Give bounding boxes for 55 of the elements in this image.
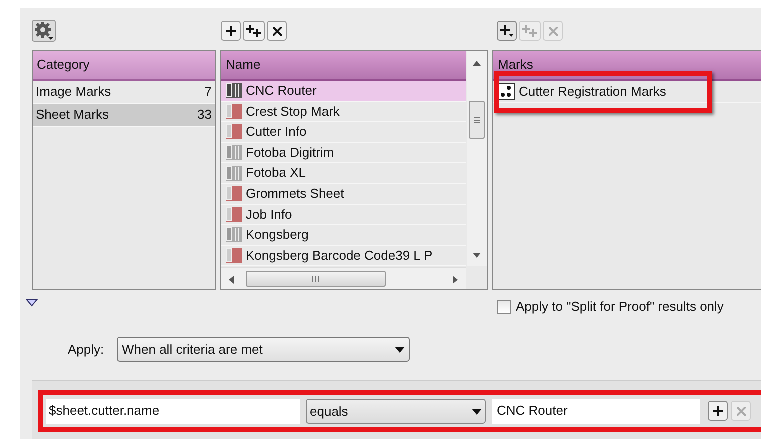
caret-icon [395,346,405,352]
horizontal-scrollbar[interactable] [221,267,466,289]
mark-icon [226,145,242,160]
delete-button[interactable] [267,21,287,41]
scroll-thumb[interactable] [246,271,386,287]
name-item[interactable]: Cutter Info [221,122,466,143]
field-input[interactable]: $sheet.cutter.name [46,398,300,424]
name-item[interactable]: Kongsberg Barcode Code39 L P [221,246,466,266]
close-icon [548,26,558,36]
value-input[interactable]: CNC Router [492,398,700,424]
vertical-scrollbar[interactable] [467,51,487,266]
add-criterion-button[interactable] [708,401,728,421]
collapse-triangle-icon[interactable] [26,299,38,307]
mark-icon [226,186,242,202]
add-button[interactable] [221,21,241,41]
marks-item[interactable]: Cutter Registration Marks [493,81,761,103]
name-item[interactable]: Crest Stop Mark [221,102,466,122]
name-item[interactable]: Kongsberg [221,225,466,246]
plus-icon [226,26,236,36]
mark-icon [226,124,242,140]
checkbox-label: Apply to "Split for Proof" results only [516,298,724,316]
mark-icon [226,104,242,119]
registration-dots-icon [498,83,515,100]
name-item[interactable]: Fotoba XL [221,163,466,184]
close-icon [272,26,282,36]
up-arrow-icon[interactable] [473,61,481,66]
scroll-thumb[interactable] [469,101,485,139]
name-item[interactable]: Job Info [221,204,466,226]
apply-dropdown[interactable]: When all criteria are met [117,337,410,362]
plus-icon [713,406,723,416]
name-item[interactable]: CNC Router [221,81,466,102]
mark-icon [226,227,242,242]
left-arrow-icon[interactable] [229,276,234,284]
column-header: Category [33,51,215,81]
column-header: Name [221,51,466,81]
mark-icon [226,166,242,181]
down-arrow-icon[interactable] [473,253,481,258]
double-plus-icon [522,25,538,37]
checkbox[interactable] [497,300,511,314]
double-plus-icon [246,25,262,37]
add-menu-button[interactable] [497,21,517,41]
close-icon [736,406,746,416]
add-multiple-button[interactable] [243,21,265,41]
name-item[interactable]: Fotoba Digitrim [221,142,466,164]
mark-icon [226,248,242,264]
name-item[interactable]: Grommets Sheet [221,184,466,205]
plus-dropdown-icon [500,25,514,37]
mark-icon [226,206,242,222]
apply-label: Apply: [68,341,104,359]
gear-icon[interactable] [32,20,56,42]
mark-icon [226,83,242,98]
category-item[interactable]: Sheet Marks 33 [33,104,215,127]
caret-icon [472,409,482,415]
right-arrow-icon[interactable] [453,276,458,284]
operator-dropdown[interactable]: equals [306,398,486,424]
